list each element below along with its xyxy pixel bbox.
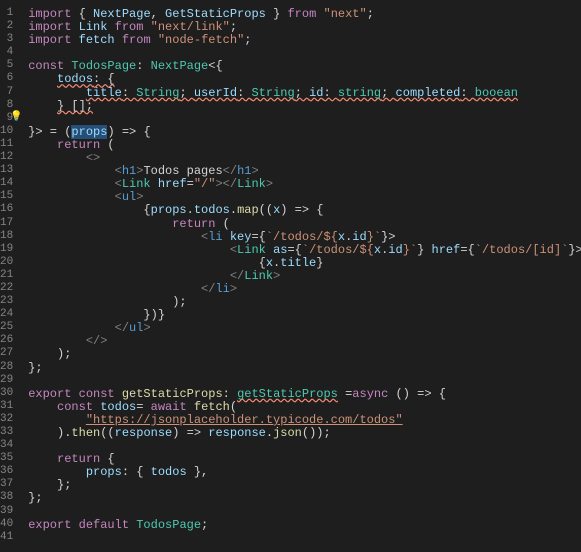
code-line: </li> xyxy=(28,280,581,293)
line-number: 24 xyxy=(0,306,13,319)
line-number: 19 xyxy=(0,241,13,254)
line-number: 26 xyxy=(0,332,13,345)
line-gutter: 1234567891011121314151617181920212223242… xyxy=(0,0,23,552)
line-number: 11 xyxy=(0,136,13,149)
line-number: 10 xyxy=(0,123,13,136)
line-number: 7 xyxy=(0,84,13,97)
code-line: title: String; userId: String; id: strin… xyxy=(28,84,581,97)
code-line: ); xyxy=(28,345,581,358)
code-line: </Link> xyxy=(28,267,581,280)
line-number: 6 xyxy=(0,70,13,83)
line-number: 18 xyxy=(0,228,13,241)
code-line: <Link href="/"></Link> xyxy=(28,175,581,188)
line-number: 34 xyxy=(0,437,13,450)
code-line: "https://jsonplaceholder.typicode.com/to… xyxy=(28,411,581,424)
line-number: 33 xyxy=(0,424,13,437)
line-number: 23 xyxy=(0,293,13,306)
code-line: props: { todos }, xyxy=(28,463,581,476)
line-number: 21 xyxy=(0,267,13,280)
code-line: import fetch from "node-fetch"; xyxy=(28,31,581,44)
line-number: 37 xyxy=(0,476,13,489)
line-number: 22 xyxy=(0,280,13,293)
line-number: 36 xyxy=(0,463,13,476)
code-line: todos: { xyxy=(28,70,581,83)
line-number: 30 xyxy=(0,385,13,398)
line-number: 29 xyxy=(0,372,13,385)
line-number: 3 xyxy=(0,31,13,44)
line-number: 12 xyxy=(0,149,13,162)
code-line: }; xyxy=(28,359,581,372)
code-line: </> xyxy=(28,332,581,345)
code-line: {x.title} xyxy=(28,254,581,267)
code-line: {props.todos.map((x) => { xyxy=(28,201,581,214)
line-number: 14 xyxy=(0,175,13,188)
line-number: 25 xyxy=(0,319,13,332)
code-line: </ul> xyxy=(28,319,581,332)
code-line xyxy=(28,44,581,57)
code-line: return ( xyxy=(28,136,581,149)
code-line: const todos= await fetch( xyxy=(28,398,581,411)
code-line: <Link as={`/todos/${x.id}`} href={`/todo… xyxy=(28,241,581,254)
code-line: ).then((response) => response.json()); xyxy=(28,424,581,437)
line-number: 35 xyxy=(0,450,13,463)
code-line: })} xyxy=(28,306,581,319)
code-line: <li key={`/todos/${x.id}`}> xyxy=(28,228,581,241)
line-number: 17 xyxy=(0,215,13,228)
line-number: 41 xyxy=(0,529,13,542)
line-number: 27 xyxy=(0,345,13,358)
line-number: 28 xyxy=(0,359,13,372)
line-number: 39 xyxy=(0,503,13,516)
code-line: <ul> xyxy=(28,188,581,201)
code-line: export default TodosPage; xyxy=(28,516,581,529)
line-number: 1 xyxy=(0,5,13,18)
code-line: const TodosPage: NextPage<{ xyxy=(28,57,581,70)
line-number: 38 xyxy=(0,489,13,502)
line-number: 13 xyxy=(0,162,13,175)
line-number: 16 xyxy=(0,201,13,214)
line-number: 20 xyxy=(0,254,13,267)
code-line: <h1>Todos pages</h1> xyxy=(28,162,581,175)
code-line: return ( xyxy=(28,215,581,228)
code-line: export const getStaticProps: getStaticPr… xyxy=(28,385,581,398)
code-line: }; xyxy=(28,489,581,502)
code-line xyxy=(28,529,581,542)
line-number: 40 xyxy=(0,516,13,529)
code-line xyxy=(28,372,581,385)
line-number: 15 xyxy=(0,188,13,201)
line-number: 31 xyxy=(0,398,13,411)
code-line: } []; xyxy=(28,97,581,110)
line-number: 5 xyxy=(0,57,13,70)
code-editor[interactable]: import { NextPage, GetStaticProps } from… xyxy=(23,0,581,552)
code-line: 💡 xyxy=(28,110,581,123)
code-line: return { xyxy=(28,450,581,463)
line-number: 32 xyxy=(0,411,13,424)
code-line: ); xyxy=(28,293,581,306)
code-line xyxy=(28,503,581,516)
line-number: 8 xyxy=(0,97,13,110)
code-line xyxy=(28,437,581,450)
code-line: import { NextPage, GetStaticProps } from… xyxy=(28,5,581,18)
code-line: import Link from "next/link"; xyxy=(28,18,581,31)
code-line: }; xyxy=(28,476,581,489)
lightbulb-icon[interactable]: 💡 xyxy=(10,110,22,125)
line-number: 4 xyxy=(0,44,13,57)
code-line: <> xyxy=(28,149,581,162)
line-number: 2 xyxy=(0,18,13,31)
code-line: }> = (props) => { xyxy=(28,123,581,136)
